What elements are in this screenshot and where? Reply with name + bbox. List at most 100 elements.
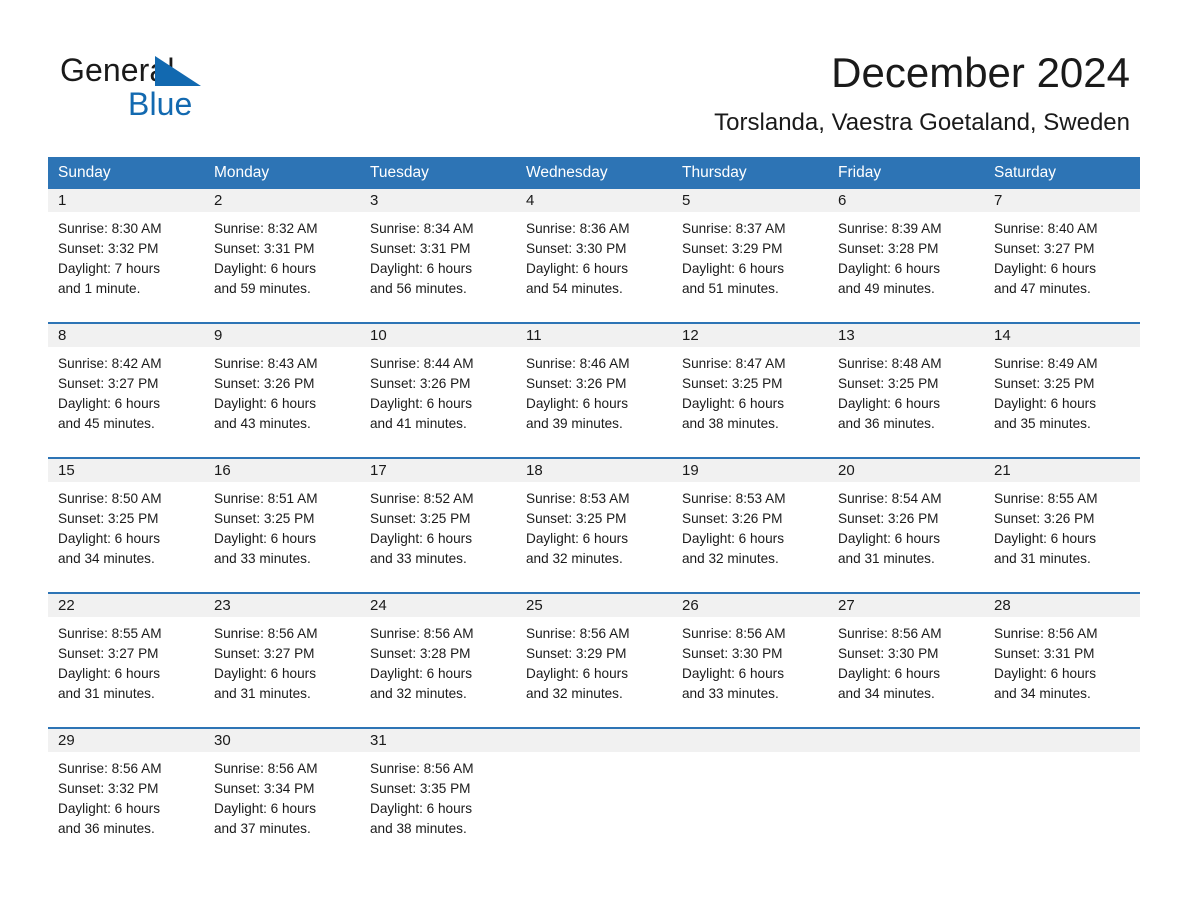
calendar-day-cell[interactable]: 16 Sunrise: 8:51 AM Sunset: 3:25 PM Dayligh…: [204, 457, 360, 593]
day-cell-content: [516, 729, 672, 862]
daylight-duration-line1: Daylight: 6 hours: [838, 396, 941, 411]
sunrise-time: Sunrise: 8:32 AM: [214, 221, 318, 236]
day-cell-content: [984, 729, 1140, 862]
calendar-day-cell[interactable]: 4 Sunrise: 8:36 AM Sunset: 3:30 PM Daylight…: [516, 189, 672, 323]
sunrise-time: Sunrise: 8:56 AM: [370, 761, 474, 776]
day-cell-content: 1 Sunrise: 8:30 AM Sunset: 3:32 PM Daylight…: [48, 189, 204, 322]
calendar-day-cell[interactable]: 11 Sunrise: 8:46 AM Sunset: 3:26 PM Dayligh…: [516, 322, 672, 458]
daylight-duration-line2: and 1 minute.: [58, 281, 141, 296]
day-details: Sunrise: 8:56 AM Sunset: 3:27 PM Daylight:…: [204, 617, 360, 704]
calendar-day-cell[interactable]: 26 Sunrise: 8:56 AM Sunset: 3:30 PM Dayligh…: [672, 592, 828, 728]
day-number: 24: [360, 594, 516, 617]
day-details: Sunrise: 8:36 AM Sunset: 3:30 PM Daylight:…: [516, 212, 672, 299]
calendar-day-cell[interactable]: 22 Sunrise: 8:55 AM Sunset: 3:27 PM Dayligh…: [48, 592, 204, 728]
sunset-time: Sunset: 3:31 PM: [370, 241, 471, 256]
day-number: [828, 729, 984, 752]
calendar-day-cell[interactable]: 28 Sunrise: 8:56 AM Sunset: 3:31 PM Dayligh…: [984, 592, 1140, 728]
day-details: [672, 752, 828, 759]
daylight-duration-line1: Daylight: 6 hours: [682, 531, 785, 546]
daylight-duration-line2: and 38 minutes.: [370, 821, 467, 836]
calendar-day-cell[interactable]: 7 Sunrise: 8:40 AM Sunset: 3:27 PM Daylight…: [984, 189, 1140, 323]
daylight-duration-line1: Daylight: 6 hours: [214, 261, 317, 276]
calendar-day-cell[interactable]: 3 Sunrise: 8:34 AM Sunset: 3:31 PM Daylight…: [360, 189, 516, 323]
day-cell-content: 14 Sunrise: 8:49 AM Sunset: 3:25 PM Dayligh…: [984, 324, 1140, 457]
day-number: 25: [516, 594, 672, 617]
daylight-duration-line2: and 47 minutes.: [994, 281, 1091, 296]
daylight-duration-line2: and 34 minutes.: [58, 551, 155, 566]
calendar-day-cell[interactable]: 21 Sunrise: 8:55 AM Sunset: 3:26 PM Dayligh…: [984, 457, 1140, 593]
calendar-day-cell[interactable]: 25 Sunrise: 8:56 AM Sunset: 3:29 PM Dayligh…: [516, 592, 672, 728]
sunset-time: Sunset: 3:28 PM: [838, 241, 939, 256]
sunset-time: Sunset: 3:35 PM: [370, 781, 471, 796]
day-number: [672, 729, 828, 752]
sunrise-time: Sunrise: 8:42 AM: [58, 356, 162, 371]
day-details: Sunrise: 8:48 AM Sunset: 3:25 PM Daylight:…: [828, 347, 984, 434]
daylight-duration-line2: and 54 minutes.: [526, 281, 623, 296]
day-number: 17: [360, 459, 516, 482]
weekday-header-sunday: Sunday: [48, 157, 204, 189]
calendar-day-cell[interactable]: 19 Sunrise: 8:53 AM Sunset: 3:26 PM Dayligh…: [672, 457, 828, 593]
calendar-day-cell[interactable]: 18 Sunrise: 8:53 AM Sunset: 3:25 PM Dayligh…: [516, 457, 672, 593]
daylight-duration-line1: Daylight: 6 hours: [370, 531, 473, 546]
calendar-day-cell[interactable]: 10 Sunrise: 8:44 AM Sunset: 3:26 PM Dayligh…: [360, 322, 516, 458]
day-cell-content: 12 Sunrise: 8:47 AM Sunset: 3:25 PM Dayligh…: [672, 324, 828, 457]
day-cell-content: 2 Sunrise: 8:32 AM Sunset: 3:31 PM Daylight…: [204, 189, 360, 322]
location-subtitle: Torslanda, Vaestra Goetaland, Sweden: [714, 109, 1130, 136]
calendar-day-cell[interactable]: 29 Sunrise: 8:56 AM Sunset: 3:32 PM Dayligh…: [48, 727, 204, 862]
general-blue-logo[interactable]: General Blue: [60, 52, 320, 130]
page-header: General Blue December 2024 Torslanda, Va…: [0, 0, 1188, 136]
calendar-day-cell[interactable]: 23 Sunrise: 8:56 AM Sunset: 3:27 PM Dayligh…: [204, 592, 360, 728]
day-details: Sunrise: 8:40 AM Sunset: 3:27 PM Daylight:…: [984, 212, 1140, 299]
calendar-day-cell[interactable]: 8 Sunrise: 8:42 AM Sunset: 3:27 PM Daylight…: [48, 322, 204, 458]
day-number: 27: [828, 594, 984, 617]
calendar-day-cell[interactable]: 30 Sunrise: 8:56 AM Sunset: 3:34 PM Dayligh…: [204, 727, 360, 862]
daylight-duration-line2: and 31 minutes.: [994, 551, 1091, 566]
calendar-day-cell[interactable]: 15 Sunrise: 8:50 AM Sunset: 3:25 PM Dayligh…: [48, 457, 204, 593]
calendar-day-cell[interactable]: 24 Sunrise: 8:56 AM Sunset: 3:28 PM Dayligh…: [360, 592, 516, 728]
sunrise-time: Sunrise: 8:56 AM: [214, 761, 318, 776]
calendar-day-cell[interactable]: 6 Sunrise: 8:39 AM Sunset: 3:28 PM Daylight…: [828, 189, 984, 323]
calendar-day-cell-empty: [516, 727, 672, 862]
calendar-week-row: 8 Sunrise: 8:42 AM Sunset: 3:27 PM Daylight…: [48, 322, 1140, 458]
sunset-time: Sunset: 3:26 PM: [682, 511, 783, 526]
sunset-time: Sunset: 3:32 PM: [58, 781, 159, 796]
day-number: 19: [672, 459, 828, 482]
calendar-day-cell[interactable]: 12 Sunrise: 8:47 AM Sunset: 3:25 PM Dayligh…: [672, 322, 828, 458]
day-details: Sunrise: 8:55 AM Sunset: 3:26 PM Daylight:…: [984, 482, 1140, 569]
logo-top-row: General: [60, 52, 320, 88]
day-cell-content: 31 Sunrise: 8:56 AM Sunset: 3:35 PM Dayligh…: [360, 729, 516, 862]
day-number: 31: [360, 729, 516, 752]
daylight-duration-line1: Daylight: 6 hours: [214, 801, 317, 816]
day-cell-content: 19 Sunrise: 8:53 AM Sunset: 3:26 PM Dayligh…: [672, 459, 828, 592]
calendar-day-cell[interactable]: 5 Sunrise: 8:37 AM Sunset: 3:29 PM Daylight…: [672, 189, 828, 323]
weekday-header-tuesday: Tuesday: [360, 157, 516, 189]
daylight-duration-line1: Daylight: 6 hours: [994, 396, 1097, 411]
sunrise-time: Sunrise: 8:55 AM: [58, 626, 162, 641]
daylight-duration-line1: Daylight: 6 hours: [526, 261, 629, 276]
day-cell-content: 22 Sunrise: 8:55 AM Sunset: 3:27 PM Dayligh…: [48, 594, 204, 727]
daylight-duration-line1: Daylight: 6 hours: [682, 666, 785, 681]
sunset-time: Sunset: 3:30 PM: [526, 241, 627, 256]
calendar-day-cell[interactable]: 20 Sunrise: 8:54 AM Sunset: 3:26 PM Dayligh…: [828, 457, 984, 593]
calendar-day-cell[interactable]: 9 Sunrise: 8:43 AM Sunset: 3:26 PM Daylight…: [204, 322, 360, 458]
daylight-duration-line1: Daylight: 6 hours: [214, 666, 317, 681]
calendar-week-row: 22 Sunrise: 8:55 AM Sunset: 3:27 PM Dayligh…: [48, 592, 1140, 728]
calendar-day-cell[interactable]: 13 Sunrise: 8:48 AM Sunset: 3:25 PM Dayligh…: [828, 322, 984, 458]
weekday-header-friday: Friday: [828, 157, 984, 189]
daylight-duration-line2: and 32 minutes.: [682, 551, 779, 566]
day-details: Sunrise: 8:54 AM Sunset: 3:26 PM Daylight:…: [828, 482, 984, 569]
calendar-day-cell[interactable]: 17 Sunrise: 8:52 AM Sunset: 3:25 PM Dayligh…: [360, 457, 516, 593]
day-cell-content: [672, 729, 828, 862]
day-details: [516, 752, 672, 759]
calendar-day-cell[interactable]: 2 Sunrise: 8:32 AM Sunset: 3:31 PM Daylight…: [204, 189, 360, 323]
calendar-day-cell[interactable]: 1 Sunrise: 8:30 AM Sunset: 3:32 PM Daylight…: [48, 189, 204, 323]
daylight-duration-line2: and 32 minutes.: [526, 551, 623, 566]
calendar-day-cell[interactable]: 31 Sunrise: 8:56 AM Sunset: 3:35 PM Dayligh…: [360, 727, 516, 862]
daylight-duration-line1: Daylight: 6 hours: [682, 261, 785, 276]
calendar-day-cell[interactable]: 27 Sunrise: 8:56 AM Sunset: 3:30 PM Dayligh…: [828, 592, 984, 728]
day-details: Sunrise: 8:56 AM Sunset: 3:30 PM Daylight:…: [828, 617, 984, 704]
daylight-duration-line1: Daylight: 6 hours: [58, 396, 161, 411]
sunrise-time: Sunrise: 8:52 AM: [370, 491, 474, 506]
calendar-day-cell[interactable]: 14 Sunrise: 8:49 AM Sunset: 3:25 PM Dayligh…: [984, 322, 1140, 458]
calendar-header-row: Sunday Monday Tuesday Wednesday Thursday…: [48, 157, 1140, 189]
